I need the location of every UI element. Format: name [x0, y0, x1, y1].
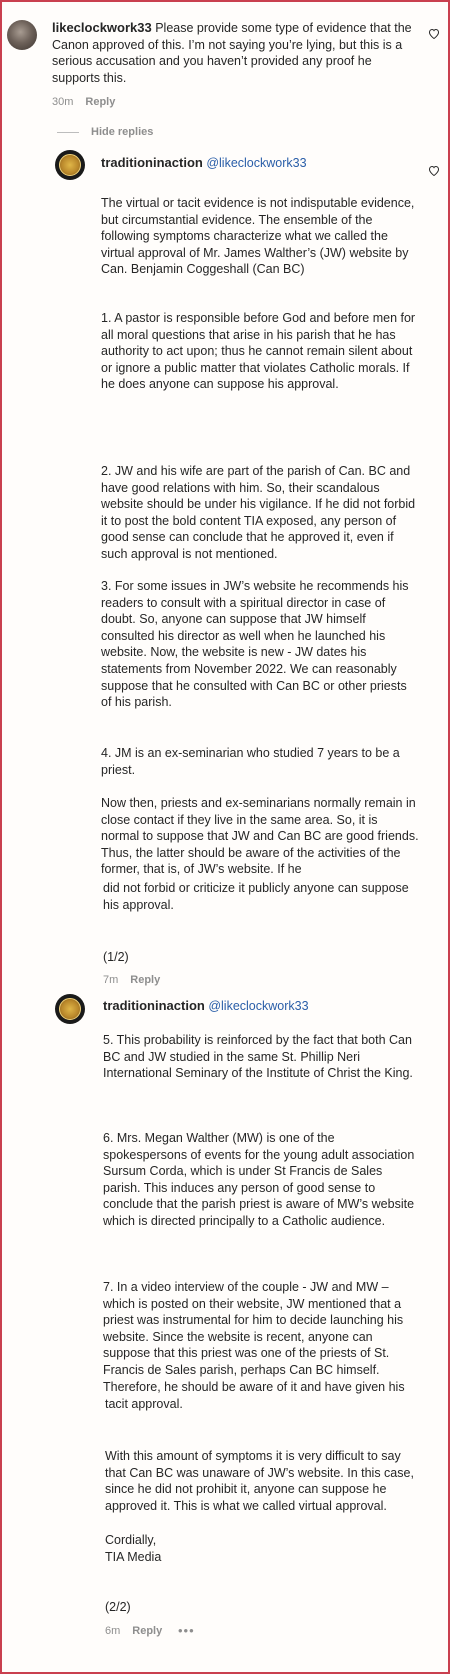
reply-paragraph: 2. JW and his wife are part of the paris…: [101, 464, 416, 561]
heart-icon[interactable]: [428, 28, 440, 39]
reply-button[interactable]: Reply: [130, 974, 160, 986]
reply-header: traditioninaction @likeclockwork33: [103, 998, 421, 1015]
reply-paragraph: 3. For some issues in JW’s website he re…: [101, 579, 409, 710]
comment-body: likeclockwork33 Please provide some type…: [52, 20, 418, 86]
hide-replies-button[interactable]: Hide replies: [57, 126, 153, 138]
reply-paragraph: 1. A pastor is responsible before God an…: [101, 311, 416, 392]
hide-replies-label[interactable]: Hide replies: [91, 126, 153, 138]
reply-paragraph: tacit approval.: [105, 1397, 183, 1411]
reply-username[interactable]: traditioninaction: [101, 155, 203, 170]
reply-meta: 6m Reply: [105, 1625, 162, 1637]
reply-signature: Cordially, TIA Media: [105, 1533, 162, 1564]
tia-logo: [59, 998, 81, 1020]
tia-avatar[interactable]: [55, 994, 85, 1024]
reply-paragraph: With this amount of symptoms it is very …: [105, 1449, 414, 1513]
comment-meta: 30m Reply: [52, 96, 115, 108]
reply-mention[interactable]: @likeclockwork33: [208, 999, 308, 1013]
reply-time: 6m: [105, 1625, 121, 1637]
comment-username[interactable]: likeclockwork33: [52, 20, 152, 35]
user-avatar[interactable]: [7, 20, 37, 50]
reply-part-indicator: (1/2): [103, 950, 129, 964]
reply-paragraph: 4. JM is an ex-seminarian who studied 7 …: [101, 746, 400, 777]
comment-time: 30m: [52, 96, 74, 108]
heart-icon[interactable]: [428, 165, 440, 176]
reply-button[interactable]: Reply: [132, 1625, 162, 1637]
reply-part-indicator: (2/2): [105, 1600, 131, 1614]
reply-paragraph: The virtual or tacit evidence is not ind…: [101, 196, 415, 277]
reply-meta: 7m Reply: [103, 974, 160, 986]
reply-mention[interactable]: @likeclockwork33: [206, 156, 306, 170]
reply-button[interactable]: Reply: [85, 96, 115, 108]
reply-username[interactable]: traditioninaction: [103, 998, 205, 1013]
hide-replies-line: [57, 131, 79, 133]
reply-paragraph: did not forbid or criticize it publicly …: [103, 881, 409, 912]
tia-logo: [59, 154, 81, 176]
reply-paragraph: 5. This probability is reinforced by the…: [103, 1033, 413, 1081]
reply-paragraph: Now then, priests and ex-seminarians nor…: [101, 796, 419, 877]
reply-header: traditioninaction @likeclockwork33: [101, 155, 421, 172]
reply-time: 7m: [103, 974, 119, 986]
tia-avatar[interactable]: [55, 150, 85, 180]
reply-paragraph: 7. In a video interview of the couple - …: [103, 1280, 405, 1394]
reply-paragraph: 6. Mrs. Megan Walther (MW) is one of the…: [103, 1131, 415, 1228]
more-options-icon[interactable]: •••: [178, 1623, 195, 1638]
